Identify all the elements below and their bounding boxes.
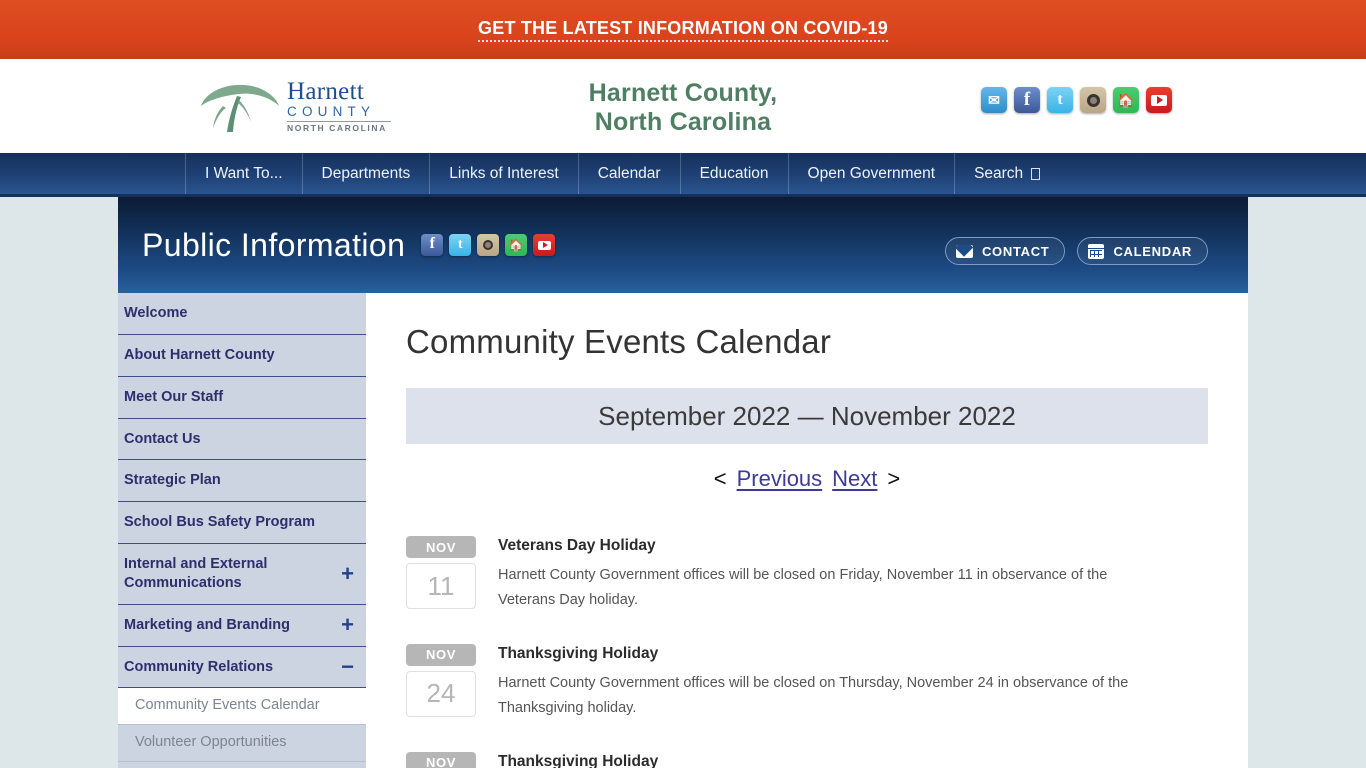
instagram-icon[interactable]: [477, 234, 500, 256]
sidebar-subitem-community-events-calendar[interactable]: Community Events Calendar: [118, 688, 366, 725]
main-navigation: I Want To... Departments Links of Intere…: [0, 153, 1366, 197]
nav-item-open-government[interactable]: Open Government: [789, 153, 956, 194]
nextdoor-icon[interactable]: 🏠: [1113, 87, 1139, 113]
search-icon: [1031, 167, 1041, 180]
sidebar-item-contact-us[interactable]: Contact Us: [118, 418, 366, 461]
next-chevron: >: [887, 466, 901, 491]
sidebar-item-marketing-and-branding[interactable]: Marketing and Branding +: [118, 604, 366, 647]
event-day: 24: [406, 670, 476, 717]
calendar-button[interactable]: CALENDAR: [1077, 237, 1208, 265]
email-icon[interactable]: ✉: [981, 87, 1007, 113]
sidebar-item-label: About Harnett County: [124, 346, 275, 363]
main-content: Community Events Calendar September 2022…: [366, 293, 1248, 768]
page-columns: Welcome About Harnett County Meet Our St…: [118, 293, 1248, 768]
event-body: Thanksgiving Holiday: [498, 752, 1208, 768]
event-item: NOV 25 Thanksgiving Holiday: [406, 751, 1208, 768]
calendar-pager: < Previous Next >: [406, 466, 1208, 492]
twitter-icon[interactable]: t: [1047, 87, 1073, 113]
section-header-buttons: CONTACT CALENDAR: [944, 237, 1208, 265]
covid-banner: GET THE LATEST INFORMATION ON COVID-19: [0, 0, 1366, 59]
next-link[interactable]: Next: [832, 466, 877, 492]
event-date-badge: NOV 11: [406, 536, 476, 613]
sidebar-item-label: Contact Us: [124, 430, 201, 447]
nav-item-departments[interactable]: Departments: [303, 153, 431, 194]
event-date-badge: NOV 24: [406, 643, 476, 721]
facebook-icon[interactable]: f: [421, 234, 444, 256]
page-title: Community Events Calendar: [406, 323, 832, 360]
section-social-links: f t 🏠: [421, 234, 556, 256]
event-title[interactable]: Thanksgiving Holiday: [498, 753, 1208, 768]
event-title[interactable]: Veterans Day Holiday: [498, 537, 1208, 555]
contact-button[interactable]: CONTACT: [944, 237, 1066, 265]
sidebar-item-internal-and-external-communications[interactable]: Internal and External Communications +: [118, 544, 366, 605]
sidebar-navigation: Welcome About Harnett County Meet Our St…: [118, 293, 366, 768]
event-month: NOV: [406, 536, 476, 558]
sidebar-item-school-bus-safety-program[interactable]: School Bus Safety Program: [118, 502, 366, 545]
sidebar-subitem-label: Volunteer Opportunities: [135, 734, 287, 750]
event-description: Harnett County Government offices will b…: [498, 567, 1108, 608]
sidebar-subitem-citizen-appointed-boards-committees[interactable]: Citizen Appointed Boards & Committees: [118, 761, 366, 768]
expand-plus-icon[interactable]: +: [341, 562, 354, 585]
instagram-icon[interactable]: [1080, 87, 1106, 113]
sidebar-item-welcome[interactable]: Welcome: [118, 293, 366, 335]
event-body: Veterans Day Holiday Harnett County Gove…: [498, 536, 1208, 613]
nav-item-i-want-to[interactable]: I Want To...: [185, 153, 303, 194]
event-body: Thanksgiving Holiday Harnett County Gove…: [498, 644, 1208, 721]
section-title: Public Information: [142, 226, 406, 263]
site-header: Harnett COUNTY NORTH CAROLINA Harnett Co…: [0, 59, 1366, 153]
previous-link[interactable]: Previous: [737, 466, 823, 492]
collapse-minus-icon[interactable]: −: [341, 656, 354, 678]
sidebar-item-label: Strategic Plan: [124, 472, 221, 489]
sidebar-subitem-label: Community Events Calendar: [135, 697, 320, 714]
nav-item-education[interactable]: Education: [681, 153, 789, 194]
nextdoor-icon[interactable]: 🏠: [505, 234, 528, 256]
youtube-icon[interactable]: [1146, 87, 1172, 113]
event-month: NOV: [406, 643, 476, 666]
sidebar-item-label: School Bus Safety Program: [124, 514, 315, 531]
prev-chevron: <: [713, 466, 727, 491]
sidebar-item-about-harnett-county[interactable]: About Harnett County: [118, 334, 366, 377]
event-item: NOV 24 Thanksgiving Holiday Harnett Coun…: [406, 643, 1208, 721]
facebook-icon[interactable]: f: [1014, 87, 1040, 113]
month-range-bar: September 2022 — November 2022: [406, 388, 1208, 444]
expand-plus-icon[interactable]: +: [341, 614, 354, 636]
month-range-label: September 2022 — November 2022: [598, 400, 1016, 431]
sidebar-item-meet-our-staff[interactable]: Meet Our Staff: [118, 376, 366, 419]
sidebar-item-label: Welcome: [124, 305, 188, 321]
sidebar-item-label: Internal and External Communications: [124, 556, 268, 591]
contact-button-label: CONTACT: [981, 243, 1050, 259]
events-list: NOV 11 Veterans Day Holiday Harnett Coun…: [406, 536, 1208, 768]
sidebar-item-strategic-plan[interactable]: Strategic Plan: [118, 460, 366, 503]
nav-item-search[interactable]: Search: [955, 153, 1059, 194]
nav-item-links-of-interest[interactable]: Links of Interest: [430, 153, 579, 194]
event-day: 11: [406, 563, 476, 609]
header-social-links: ✉ f t 🏠: [981, 87, 1172, 113]
sidebar-item-community-relations[interactable]: Community Relations −: [118, 646, 366, 689]
sidebar-item-label: Community Relations: [124, 658, 274, 675]
sidebar-item-label: Meet Our Staff: [124, 388, 224, 405]
section-header: Public Information f t 🏠 CONTACT CALENDA…: [118, 197, 1248, 293]
sidebar-item-label: Marketing and Branding: [124, 616, 290, 633]
event-month: NOV: [406, 751, 476, 768]
event-item: NOV 11 Veterans Day Holiday Harnett Coun…: [406, 536, 1208, 613]
envelope-icon: [955, 244, 973, 258]
calendar-button-label: CALENDAR: [1113, 243, 1192, 259]
event-title[interactable]: Thanksgiving Holiday: [498, 645, 1208, 663]
page-container: Public Information f t 🏠 CONTACT CALENDA…: [118, 197, 1248, 768]
nav-item-calendar[interactable]: Calendar: [579, 153, 681, 194]
covid-banner-link[interactable]: GET THE LATEST INFORMATION ON COVID-19: [478, 18, 888, 42]
nav-search-label: Search: [974, 164, 1024, 182]
event-description: Harnett County Government offices will b…: [498, 674, 1129, 716]
event-date-badge: NOV 25: [406, 751, 476, 768]
twitter-icon[interactable]: t: [449, 234, 472, 256]
calendar-icon: [1088, 243, 1105, 259]
sidebar-subitem-volunteer-opportunities[interactable]: Volunteer Opportunities: [118, 725, 366, 762]
youtube-icon[interactable]: [533, 234, 556, 256]
